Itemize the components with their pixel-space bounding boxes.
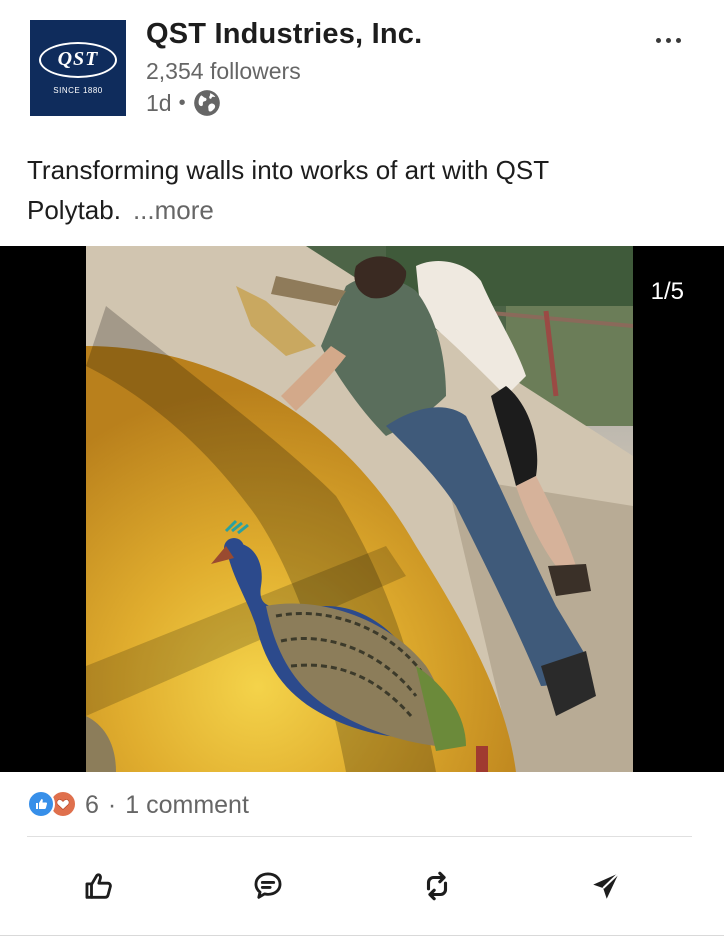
like-icon [82, 869, 116, 908]
post-meta: 1d • [146, 89, 221, 117]
post-body: Transforming walls into works of art wit… [27, 150, 667, 230]
social-divider [27, 836, 692, 837]
feed-post: QST SINCE 1880 QST Industries, Inc. 2,35… [0, 0, 724, 936]
logo-since: SINCE 1880 [53, 85, 103, 95]
post-time: 1d [146, 89, 172, 116]
post-image[interactable] [86, 246, 633, 772]
reaction-count[interactable]: 6 [85, 791, 99, 820]
comment-count-link[interactable]: 1 comment [125, 791, 249, 820]
post-text: Transforming walls into works of art wit… [27, 155, 549, 225]
more-options-icon[interactable] [648, 28, 688, 52]
comment-button[interactable] [248, 868, 288, 908]
post-media-carousel[interactable]: 1/5 [0, 246, 724, 772]
post-header: QST SINCE 1880 QST Industries, Inc. 2,35… [0, 0, 724, 130]
reaction-icons[interactable] [27, 790, 81, 820]
action-bar [0, 858, 724, 916]
repost-button[interactable] [417, 868, 457, 908]
like-button[interactable] [79, 868, 119, 908]
globe-icon [193, 89, 221, 117]
see-more-link[interactable]: ...more [133, 195, 214, 225]
company-logo[interactable]: QST SINCE 1880 [30, 20, 126, 116]
meta-separator: • [178, 91, 186, 114]
logo-wordmark: QST [39, 41, 117, 78]
social-counts: 6 · 1 comment [27, 790, 249, 820]
carousel-counter: 1/5 [650, 278, 684, 305]
social-separator: · [107, 790, 117, 819]
send-icon [589, 869, 623, 908]
send-button[interactable] [586, 868, 626, 908]
follower-count: 2,354 followers [146, 58, 301, 84]
author-name[interactable]: QST Industries, Inc. [146, 18, 422, 51]
repost-icon [420, 869, 454, 908]
comment-icon [251, 869, 285, 908]
like-reaction-icon [27, 790, 55, 818]
